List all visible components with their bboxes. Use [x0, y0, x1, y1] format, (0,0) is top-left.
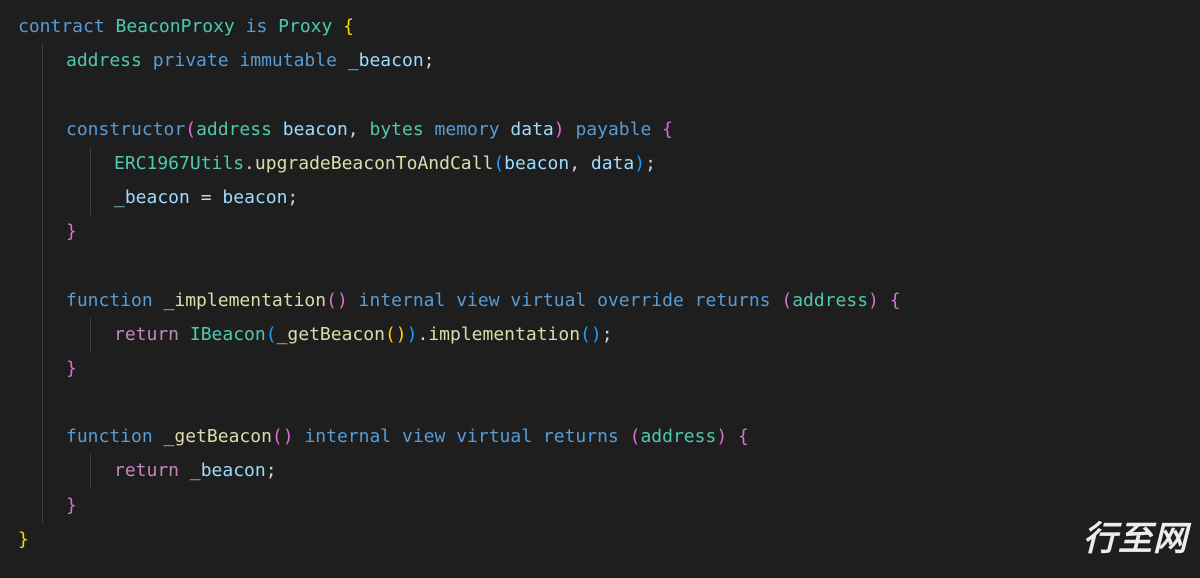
keyword: returns	[543, 426, 619, 447]
type: bytes	[369, 119, 423, 140]
paren: )	[868, 290, 879, 311]
class-name: BeaconProxy	[116, 16, 235, 37]
punct: ;	[287, 187, 298, 208]
keyword: private	[153, 50, 229, 71]
variable: beacon	[504, 153, 569, 174]
type: address	[792, 290, 868, 311]
keyword: is	[246, 16, 268, 37]
keyword: return	[114, 324, 179, 345]
brace: {	[738, 426, 749, 447]
keyword: immutable	[239, 50, 337, 71]
keyword: memory	[435, 119, 500, 140]
punct: ;	[266, 460, 277, 481]
paren: )	[407, 324, 418, 345]
code-line: address private immutable _beacon;	[18, 44, 1182, 78]
class-name: ERC1967Utils	[114, 153, 244, 174]
paren: ()	[580, 324, 602, 345]
brace: }	[66, 495, 77, 516]
code-line: function _getBeacon() internal view virt…	[18, 420, 1182, 454]
code-line: }	[18, 352, 1182, 386]
paren: (	[781, 290, 792, 311]
punct: ,	[569, 153, 580, 174]
blank-line	[18, 249, 1182, 283]
punct: .	[244, 153, 255, 174]
blank-line	[18, 386, 1182, 420]
keyword: return	[114, 460, 179, 481]
code-line: return IBeacon(_getBeacon()).implementat…	[18, 318, 1182, 352]
paren: (	[266, 324, 277, 345]
code-line: }	[18, 215, 1182, 249]
keyword: internal	[359, 290, 446, 311]
brace: }	[66, 358, 77, 379]
brace: {	[343, 16, 354, 37]
keyword: virtual	[510, 290, 586, 311]
class-name: Proxy	[278, 16, 332, 37]
variable: beacon	[222, 187, 287, 208]
keyword: returns	[695, 290, 771, 311]
type: address	[66, 50, 142, 71]
punct: .	[417, 324, 428, 345]
code-line: constructor(address beacon, bytes memory…	[18, 113, 1182, 147]
function-call: implementation	[428, 324, 580, 345]
punct: ;	[645, 153, 656, 174]
punct: ;	[602, 324, 613, 345]
paren: ()	[385, 324, 407, 345]
keyword: function	[66, 290, 153, 311]
keyword: view	[402, 426, 445, 447]
paren: )	[554, 119, 565, 140]
brace: {	[890, 290, 901, 311]
keyword: function	[66, 426, 153, 447]
paren: )	[716, 426, 727, 447]
watermark-text: 行至网	[1083, 507, 1188, 572]
paren: ()	[326, 290, 348, 311]
keyword: constructor	[66, 119, 185, 140]
type: address	[196, 119, 272, 140]
variable: _beacon	[190, 460, 266, 481]
function-call: _getBeacon	[277, 324, 385, 345]
paren: )	[634, 153, 645, 174]
blank-line	[18, 78, 1182, 112]
keyword: virtual	[456, 426, 532, 447]
code-line: }	[18, 523, 1182, 557]
variable: _beacon	[348, 50, 424, 71]
paren: (	[493, 153, 504, 174]
keyword: view	[456, 290, 499, 311]
code-line: return _beacon;	[18, 454, 1182, 488]
param: data	[510, 119, 553, 140]
code-line: function _implementation() internal view…	[18, 284, 1182, 318]
paren: (	[630, 426, 641, 447]
code-block: contract BeaconProxy is Proxy { address …	[18, 10, 1182, 557]
brace: }	[18, 529, 29, 550]
code-line: _beacon = beacon;	[18, 181, 1182, 215]
function-name: _getBeacon	[164, 426, 272, 447]
code-line: }	[18, 489, 1182, 523]
variable: data	[591, 153, 634, 174]
keyword: internal	[304, 426, 391, 447]
punct: ,	[348, 119, 359, 140]
code-line: contract BeaconProxy is Proxy {	[18, 10, 1182, 44]
class-name: IBeacon	[190, 324, 266, 345]
keyword: override	[597, 290, 684, 311]
brace: {	[662, 119, 673, 140]
keyword: payable	[575, 119, 651, 140]
function-name: _implementation	[164, 290, 327, 311]
variable: _beacon	[114, 187, 190, 208]
operator: =	[201, 187, 212, 208]
param: beacon	[283, 119, 348, 140]
code-line: ERC1967Utils.upgradeBeaconToAndCall(beac…	[18, 147, 1182, 181]
brace: }	[66, 221, 77, 242]
paren: (	[185, 119, 196, 140]
paren: ()	[272, 426, 294, 447]
punct: ;	[424, 50, 435, 71]
keyword: contract	[18, 16, 105, 37]
function-call: upgradeBeaconToAndCall	[255, 153, 493, 174]
type: address	[640, 426, 716, 447]
